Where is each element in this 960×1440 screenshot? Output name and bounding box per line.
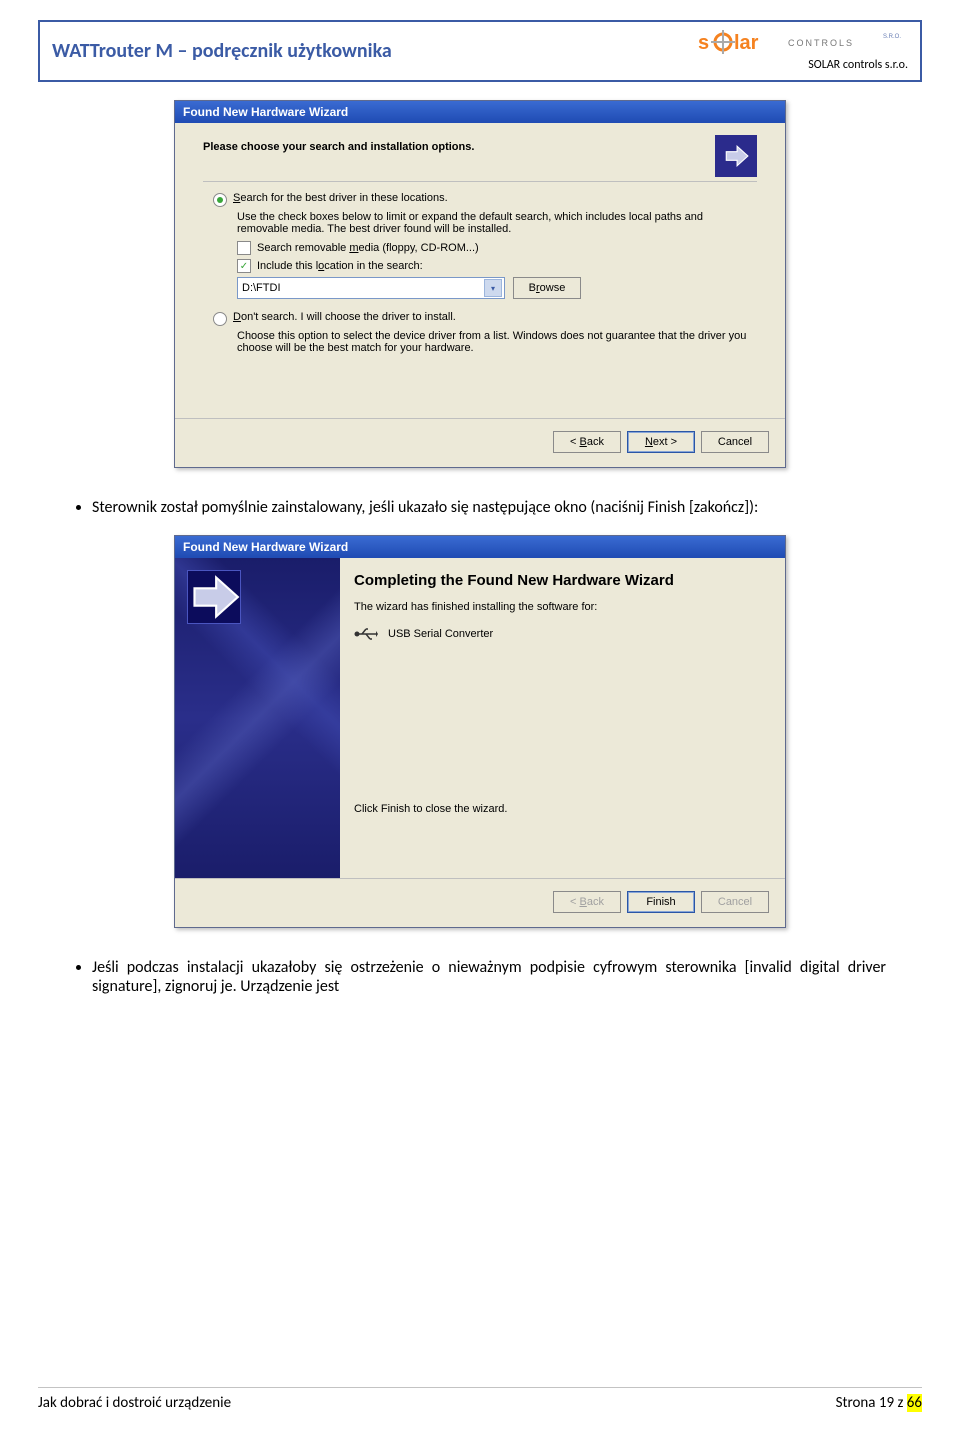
wizard2-titlebar: Found New Hardware Wizard [175, 536, 785, 558]
wizard2-body: Completing the Found New Hardware Wizard… [175, 558, 785, 878]
document-page: WATTrouter M – podręcznik użytkownika s … [0, 0, 960, 1440]
next-button-1[interactable]: Next > [627, 431, 695, 453]
usb-icon [354, 627, 378, 641]
wizard1-window: Found New Hardware Wizard Please choose … [174, 100, 786, 468]
wizard2-side-icon [187, 570, 241, 624]
wizard2-side-graphic [175, 558, 340, 878]
para2: Jeśli podczas instalacji ukazałoby się o… [92, 958, 886, 996]
wizard1-buttons: < Back Next > Cancel [175, 418, 785, 467]
check-removable-media[interactable]: Search removable media (floppy, CD-ROM..… [237, 241, 757, 255]
cancel-button-2: Cancel [701, 891, 769, 913]
logo-block: s lar CONTROLS S.R.O. SOLAR controls s.r… [698, 30, 908, 72]
combo-arrow-icon[interactable]: ▾ [484, 279, 502, 297]
svg-text:CONTROLS: CONTROLS [788, 38, 854, 48]
check-removable-label: Search removable media (floppy, CD-ROM..… [257, 242, 479, 254]
radio-search-best[interactable]: Search for the best driver in these loca… [213, 192, 757, 207]
wizard2-buttons: < Back Finish Cancel [175, 878, 785, 927]
solar-controls-logo: s lar CONTROLS S.R.O. [698, 30, 908, 56]
browse-button[interactable]: Browse [513, 277, 581, 299]
location-value: D:\FTDI [242, 282, 281, 294]
bullet-list-1: Sterownik został pomyślnie zainstalowany… [92, 498, 886, 517]
bullet-list-2: Jeśli podczas instalacji ukazałoby się o… [92, 958, 886, 996]
radio-search-help: Use the check boxes below to limit or ex… [237, 211, 757, 235]
radio-dont-search[interactable]: Don't search. I will choose the driver t… [213, 311, 757, 326]
wizard1-titlebar: Found New Hardware Wizard [175, 101, 785, 123]
manual-title: WATTrouter M – podręcznik użytkownika [52, 39, 392, 63]
wizard2-window: Found New Hardware Wizard Completing the… [174, 535, 786, 928]
cancel-button-1[interactable]: Cancel [701, 431, 769, 453]
location-combo[interactable]: D:\FTDI ▾ [237, 277, 505, 299]
wizard2-heading: Completing the Found New Hardware Wizard [354, 572, 767, 589]
wizard2-line1: The wizard has finished installing the s… [354, 601, 767, 613]
page-header: WATTrouter M – podręcznik użytkownika s … [38, 20, 922, 82]
svg-text:S.R.O.: S.R.O. [883, 34, 901, 40]
radio-search-best-label: Search for the best driver in these loca… [233, 192, 448, 204]
radio-dont-search-help: Choose this option to select the device … [237, 330, 757, 354]
wizard1-heading: Please choose your search and installati… [203, 135, 474, 153]
company-subtitle: SOLAR controls s.r.o. [808, 58, 908, 72]
wizard2-close-hint: Click Finish to close the wizard. [354, 803, 767, 815]
footer-right: Strona 19 z 66 [836, 1394, 922, 1412]
svg-text:lar: lar [734, 32, 759, 54]
para1: Sterownik został pomyślnie zainstalowany… [92, 498, 886, 517]
check-include-label: Include this location in the search: [257, 260, 423, 272]
location-row: D:\FTDI ▾ Browse [237, 277, 757, 299]
device-name: USB Serial Converter [388, 628, 493, 640]
back-button-2: < Back [553, 891, 621, 913]
wizard1-content: Please choose your search and installati… [175, 123, 785, 418]
page-footer: Jak dobrać i dostroić urządzenie Strona … [38, 1387, 922, 1412]
check-include-location[interactable]: ✓ Include this location in the search: [237, 259, 757, 273]
finish-button[interactable]: Finish [627, 891, 695, 913]
wizard2-main: Completing the Found New Hardware Wizard… [354, 558, 785, 878]
back-button-1[interactable]: < Back [553, 431, 621, 453]
device-row: USB Serial Converter [354, 627, 767, 641]
wizard1-heading-row: Please choose your search and installati… [203, 135, 757, 182]
svg-text:s: s [698, 32, 709, 54]
footer-left: Jak dobrać i dostroić urządzenie [38, 1394, 231, 1412]
radio-dont-search-label: Don't search. I will choose the driver t… [233, 311, 456, 323]
device-icon [715, 135, 757, 177]
